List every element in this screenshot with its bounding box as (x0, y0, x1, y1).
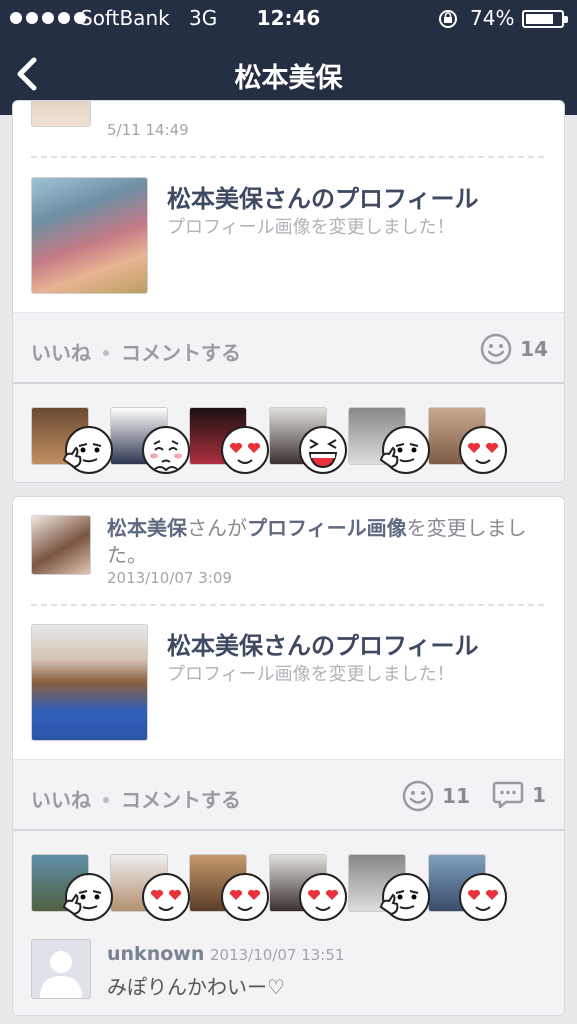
divider (31, 604, 544, 606)
comment-text: みぽりんかわいー♡ (107, 975, 285, 999)
heart-eyes-icon (221, 426, 269, 474)
comment-item: unknown 2013/10/07 13:51 みぽりんかわいー♡ (13, 931, 564, 1015)
default-avatar-icon[interactable] (31, 939, 91, 999)
author-name[interactable]: 松本美保 (107, 516, 187, 540)
separator-dot (103, 349, 109, 356)
smiley-icon (480, 333, 512, 365)
comment-author[interactable]: unknown (107, 943, 204, 965)
author-avatar[interactable] (31, 515, 91, 575)
separator-dot (103, 796, 109, 803)
link-subtitle: プロフィール画像を変更しました！ (167, 664, 455, 685)
post-message: 松本美保さんがプロフィール画像を変更しました。 (107, 516, 527, 567)
battery-icon (522, 10, 568, 28)
like-counter[interactable]: 11 (402, 780, 470, 812)
link-title[interactable]: 松本美保さんのプロフィール (167, 626, 479, 661)
blushing-icon (142, 426, 190, 474)
profile-photo-thumbnail[interactable] (31, 177, 148, 294)
reaction-list: unknown 2013/10/07 13:51 みぽりんかわいー♡ (13, 831, 564, 1015)
post-timestamp: 2013/10/07 3:09 (107, 569, 232, 587)
comment-button[interactable]: コメントする (121, 788, 241, 812)
post-action-bar: いいね コメントする 11 1 (13, 759, 564, 831)
like-count: 14 (520, 337, 548, 361)
comment-button[interactable]: コメントする (121, 341, 241, 365)
heart-eyes-icon (142, 873, 190, 921)
heart-eyes-icon (299, 873, 347, 921)
top-bar: SoftBank 3G 12:46 74% 松本美保 (0, 0, 577, 115)
battery-percent: 74% (470, 6, 515, 30)
link-title[interactable]: 松本美保さんのプロフィール (167, 179, 479, 214)
post-action-bar: いいね コメントする 14 (13, 312, 564, 384)
like-counter[interactable]: 14 (480, 333, 548, 365)
like-button[interactable]: いいね (31, 341, 91, 365)
thumbs-up-smirk-icon (62, 426, 113, 474)
comment-count: 1 (532, 783, 546, 807)
timeline-post: 松本美保さんがプロフィール画像を変更しました。 2013/10/07 3:09 … (12, 496, 565, 1016)
reaction-list (13, 384, 564, 482)
like-button[interactable]: いいね (31, 788, 91, 812)
grinning-laugh-icon (299, 426, 347, 474)
heart-eyes-icon (459, 873, 507, 921)
heart-eyes-icon (459, 426, 507, 474)
profile-photo-thumbnail[interactable] (31, 624, 148, 741)
comment-counter[interactable]: 1 (492, 780, 546, 810)
thumbs-up-smirk-icon (379, 426, 430, 474)
page-title: 松本美保 (234, 63, 343, 94)
timeline-post: 5/11 14:49 松本美保さんのプロフィール プロフィール画像を変更しました… (12, 100, 565, 483)
divider (31, 156, 544, 158)
like-count: 11 (442, 784, 470, 808)
thumbs-up-smirk-icon (62, 873, 113, 921)
heart-eyes-icon (221, 873, 269, 921)
comment-time: 2013/10/07 13:51 (210, 946, 345, 964)
status-bar: SoftBank 3G 12:46 74% (0, 0, 577, 38)
thumbs-up-smirk-icon (379, 873, 430, 921)
post-timestamp: 5/11 14:49 (107, 121, 189, 139)
rotation-lock-icon (439, 10, 457, 28)
comment-bubble-icon (492, 781, 524, 809)
link-subtitle: プロフィール画像を変更しました！ (167, 217, 455, 238)
smiley-icon (402, 780, 434, 812)
author-avatar[interactable] (31, 101, 91, 127)
